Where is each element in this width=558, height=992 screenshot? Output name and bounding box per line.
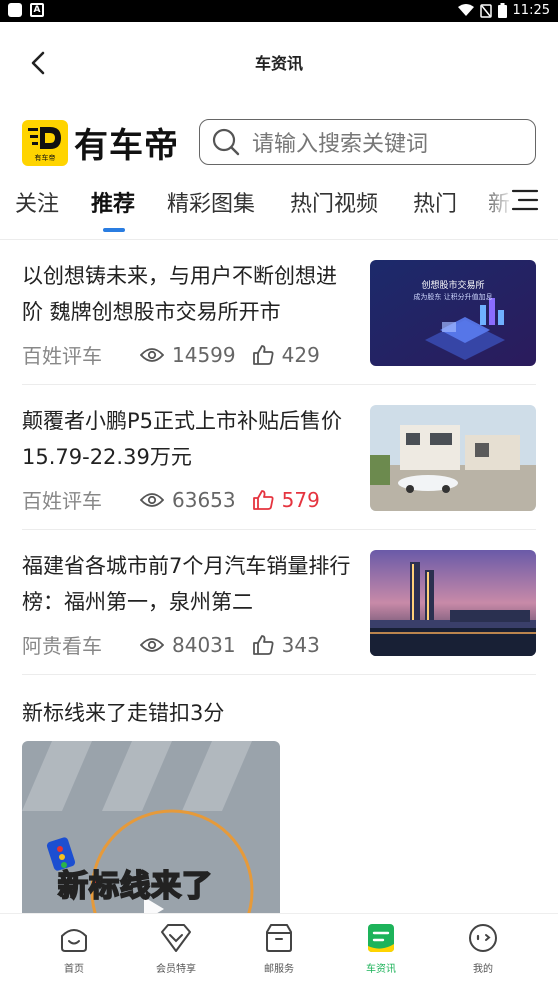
like-count[interactable]: 579 <box>252 488 320 512</box>
view-count: 84031 <box>140 633 236 657</box>
article-meta: 百姓评车 14599 429 <box>22 340 320 369</box>
eye-icon <box>140 347 164 362</box>
search-input[interactable]: 请输入搜索关键词 <box>199 119 536 165</box>
tab-recommend[interactable]: 推荐 <box>91 186 135 218</box>
logo-badge: 有车帝 <box>22 119 68 166</box>
article-card[interactable]: 以创想铸未来，与用户不断创想进阶 魏牌创想股市交易所开市 百姓评车 14599 … <box>22 258 536 368</box>
eye-icon <box>140 637 164 652</box>
mail-box-icon <box>266 924 292 952</box>
article-source: 百姓评车 <box>22 344 102 368</box>
page-title: 车资讯 <box>254 54 303 73</box>
category-tabs: 关注 推荐 精彩图集 热门视频 热门 新 <box>0 180 558 236</box>
city-night-photo <box>370 550 536 656</box>
top-bar: 车资讯 <box>0 22 558 100</box>
nav-label: 邮服务 <box>264 964 294 975</box>
thumbs-up-icon <box>252 634 274 655</box>
article-thumbnail <box>370 550 536 656</box>
logo-d-icon <box>28 126 61 149</box>
home-face-icon <box>61 929 87 952</box>
like-count-value: 343 <box>281 632 320 657</box>
like-count-value: 579 <box>281 487 320 512</box>
view-count: 63653 <box>140 488 236 512</box>
wifi-icon <box>457 4 474 16</box>
nav-label: 会员特享 <box>156 964 196 975</box>
nav-mail-service[interactable]: 邮服务 <box>234 922 324 975</box>
brand-logo: 有车帝 有车帝 <box>22 118 179 167</box>
article-divider <box>22 529 536 530</box>
tab-follow[interactable]: 关注 <box>15 186 59 218</box>
article-meta: 百姓评车 63653 579 <box>22 485 320 514</box>
search-placeholder: 请输入搜索关键词 <box>252 132 429 157</box>
profile-face-icon <box>469 924 497 952</box>
thumbs-up-liked-icon <box>252 489 274 510</box>
nav-label: 车资讯 <box>366 964 396 975</box>
like-count[interactable]: 429 <box>252 343 320 367</box>
thumbs-up-icon <box>252 344 274 365</box>
video-title[interactable]: 新标线来了走错扣3分 <box>22 697 224 727</box>
no-sim-icon <box>479 3 492 18</box>
nav-profile[interactable]: 我的 <box>438 922 528 975</box>
member-diamond-icon <box>161 924 191 952</box>
battery-icon <box>497 3 507 18</box>
view-count: 14599 <box>140 343 236 367</box>
view-count-value: 84031 <box>172 632 236 657</box>
logo-caption: 有车帝 <box>34 153 56 162</box>
status-bar: A 11:25 <box>0 0 558 22</box>
nav-member[interactable]: 会员特享 <box>131 922 221 975</box>
notification-icon <box>8 3 22 17</box>
article-card[interactable]: 颠覆者小鹏P5正式上市补贴后售价15.79-22.39万元 百姓评车 63653… <box>22 403 536 513</box>
like-count[interactable]: 343 <box>252 633 320 657</box>
article-headline: 颠覆者小鹏P5正式上市补贴后售价15.79-22.39万元 <box>22 409 343 469</box>
article-headline: 以创想铸未来，与用户不断创想进阶 魏牌创想股市交易所开市 <box>22 264 337 324</box>
app-a-icon: A <box>30 3 44 17</box>
tab-hot[interactable]: 热门 <box>413 186 457 218</box>
article-headline: 福建省各城市前7个月汽车销量排行榜：福州第一，泉州第二 <box>22 554 351 614</box>
view-count-value: 14599 <box>172 342 236 367</box>
tab-fade <box>478 186 514 216</box>
like-count-value: 429 <box>281 342 320 367</box>
nav-home[interactable]: 首页 <box>29 922 119 975</box>
view-count-value: 63653 <box>172 487 236 512</box>
news-icon <box>368 924 394 952</box>
thumb-subcaption: 成为股东 让积分升值加息 <box>413 293 493 301</box>
tabs-divider <box>0 239 558 240</box>
tab-hot-videos[interactable]: 热门视频 <box>290 186 378 218</box>
video-thumbnail[interactable]: 新标线来了 <box>22 741 280 921</box>
article-divider <box>22 674 536 675</box>
clock: 11:25 <box>512 3 550 18</box>
tab-menu-icon[interactable] <box>510 187 540 213</box>
eye-icon <box>140 492 164 507</box>
brand-name: 有车帝 <box>74 126 179 166</box>
tab-gallery[interactable]: 精彩图集 <box>167 186 255 218</box>
article-divider <box>22 384 536 385</box>
search-icon <box>212 128 240 156</box>
thumb-caption: 创想股市交易所 <box>421 281 485 291</box>
nav-label: 首页 <box>64 964 84 975</box>
video-overlay-text: 新标线来了 <box>57 868 213 905</box>
article-source: 阿贵看车 <box>22 634 102 658</box>
article-source: 百姓评车 <box>22 489 102 513</box>
article-meta: 阿贵看车 84031 343 <box>22 630 320 659</box>
nav-car-news[interactable]: 车资讯 <box>336 922 426 975</box>
article-thumbnail <box>370 405 536 511</box>
car-villa-photo <box>370 405 536 511</box>
stock-exchange-illustration <box>370 260 536 366</box>
bottom-navigation: 首页 会员特享 邮服务 车资讯 我的 <box>0 913 558 992</box>
article-thumbnail: 创想股市交易所 成为股东 让积分升值加息 <box>370 260 536 366</box>
nav-label: 我的 <box>473 964 493 975</box>
active-tab-indicator <box>103 228 125 232</box>
article-card[interactable]: 福建省各城市前7个月汽车销量排行榜：福州第一，泉州第二 阿贵看车 84031 3… <box>22 548 536 658</box>
